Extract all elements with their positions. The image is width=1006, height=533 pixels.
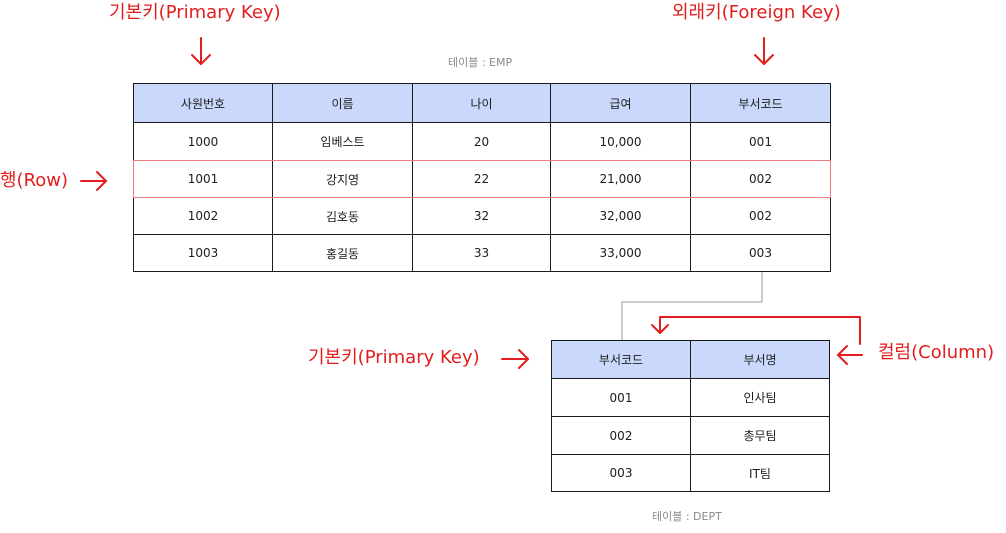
down-arrow-icon: [191, 37, 211, 65]
arrows-overlay: [80, 37, 863, 369]
bent-arrow-icon: [651, 316, 861, 345]
right-arrow-icon: [80, 171, 107, 191]
down-arrow-icon: [754, 37, 774, 65]
table-connector-line: [621, 272, 763, 340]
left-arrow-icon: [837, 345, 863, 365]
right-arrow-icon: [501, 349, 529, 369]
